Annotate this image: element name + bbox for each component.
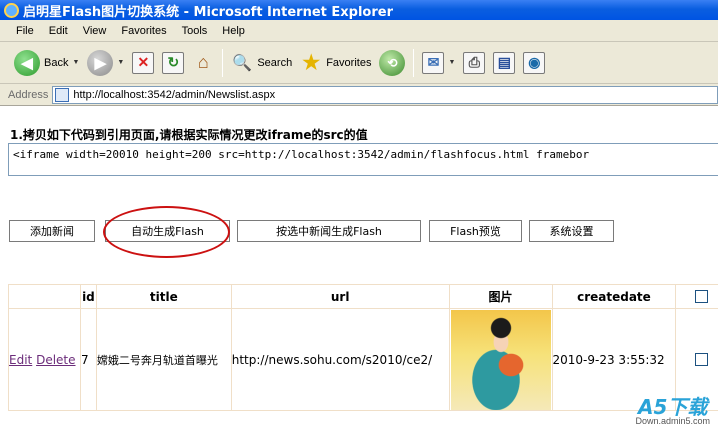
back-label: Back — [44, 56, 69, 69]
watermark: A5下载 Down.admin5.com — [635, 397, 710, 426]
address-bar: Address http://localhost:3542/admin/News… — [0, 84, 718, 106]
window-titlebar: 启明星Flash图片切换系统 - Microsoft Internet Expl… — [0, 0, 718, 20]
column-header-id: id — [79, 284, 97, 309]
column-header-url: url — [230, 284, 450, 309]
menu-bar: File Edit View Favorites Tools Help — [0, 20, 718, 42]
forward-button[interactable]: ▶ ▼ — [87, 49, 124, 76]
edit-page-icon: ▤ — [493, 51, 516, 74]
stop-icon: ✕ — [132, 51, 155, 74]
row-image-cell — [448, 308, 553, 411]
mail-dropdown-icon[interactable]: ▼ — [448, 59, 455, 66]
edit-link[interactable]: Edit — [9, 353, 32, 367]
menu-favorites[interactable]: Favorites — [113, 25, 173, 37]
row-actions: Edit Delete — [8, 308, 81, 411]
window-title: 启明星Flash图片切换系统 - Microsoft Internet Expl… — [23, 4, 393, 20]
print-button[interactable]: ⎙ — [463, 51, 486, 74]
search-icon: 🔍 — [232, 54, 253, 72]
stop-button[interactable]: ✕ — [132, 51, 155, 74]
menu-file[interactable]: File — [0, 25, 41, 37]
forward-dropdown-icon[interactable]: ▼ — [117, 59, 124, 66]
column-header-image: 图片 — [448, 284, 553, 309]
page-icon — [55, 87, 70, 102]
highlight-ring — [103, 206, 230, 258]
table-header-row: id title url 图片 createdate — [8, 284, 718, 309]
favorites-button[interactable]: ★ Favorites — [300, 52, 371, 74]
back-arrow-icon: ◀ — [14, 49, 40, 76]
ie-logo-icon — [4, 2, 19, 18]
star-icon: ★ — [302, 52, 321, 74]
instruction-text: 1.拷贝如下代码到引用页面,请根据实际情况更改iframe的src的值 — [10, 128, 368, 142]
address-label: Address — [8, 88, 49, 101]
mail-button[interactable]: ✉ ▼ — [422, 51, 455, 74]
table-row: Edit Delete 7 嫦娥二号奔月轨道首曝光 http://news.so… — [8, 308, 718, 411]
back-button[interactable]: ◀ Back ▼ — [8, 49, 79, 76]
forward-arrow-icon: ▶ — [87, 49, 114, 76]
refresh-icon: ↻ — [162, 51, 185, 74]
news-thumbnail-image — [450, 309, 551, 410]
add-news-button[interactable]: 添加新闻 — [9, 220, 95, 242]
select-all-checkbox[interactable] — [695, 290, 709, 303]
history-button[interactable]: ⟲ — [379, 49, 406, 76]
search-label: Search — [257, 56, 293, 69]
back-dropdown-icon[interactable]: ▼ — [72, 59, 79, 66]
edit-button[interactable]: ▤ — [493, 51, 516, 74]
row-url: http://news.sohu.com/s2010/ce2/ — [230, 308, 450, 411]
delete-link[interactable]: Delete — [36, 353, 75, 367]
generate-selected-flash-button[interactable]: 按选中新闻生成Flash — [237, 220, 421, 242]
news-table: id title url 图片 createdate Edit Delete 7… — [8, 284, 718, 411]
column-header-select — [675, 284, 718, 309]
flash-preview-button[interactable]: Flash预览 — [429, 220, 522, 242]
row-title: 嫦娥二号奔月轨道首曝光 — [95, 308, 232, 411]
embed-code-textbox[interactable]: <iframe width=20010 height=200 src=http:… — [8, 143, 718, 176]
home-button[interactable]: ⌂ — [192, 52, 214, 74]
browser-toolbar: ◀ Back ▼ ▶ ▼ ✕ ↻ ⌂ 🔍 Search ★ Favorites … — [0, 42, 718, 84]
menu-edit[interactable]: Edit — [41, 25, 75, 37]
favorites-label: Favorites — [326, 56, 372, 69]
watermark-brand: A5下载 — [638, 395, 708, 419]
menu-view[interactable]: View — [75, 25, 114, 37]
address-input[interactable]: http://localhost:3542/admin/Newslist.asp… — [52, 85, 718, 104]
search-button[interactable]: 🔍 Search — [231, 52, 292, 74]
messenger-button[interactable]: ◉ — [523, 51, 546, 74]
menu-help[interactable]: Help — [214, 25, 252, 37]
toolbar-separator — [222, 48, 224, 77]
print-icon: ⎙ — [463, 51, 486, 74]
messenger-icon: ◉ — [523, 51, 546, 74]
history-icon: ⟲ — [379, 49, 406, 76]
toolbar-separator — [413, 48, 415, 77]
column-header-title: title — [95, 284, 232, 309]
page-content: 1.拷贝如下代码到引用页面,请根据实际情况更改iframe的src的值 <ifr… — [0, 107, 718, 428]
menu-tools[interactable]: Tools — [174, 25, 215, 37]
mail-icon: ✉ — [422, 51, 445, 74]
watermark-site: Down.admin5.com — [635, 416, 710, 426]
address-url: http://localhost:3542/admin/Newslist.asp… — [73, 88, 276, 101]
refresh-button[interactable]: ↻ — [162, 51, 185, 74]
column-header-actions — [8, 284, 81, 309]
home-icon: ⌂ — [197, 52, 209, 72]
system-settings-button[interactable]: 系统设置 — [529, 220, 614, 242]
row-select-checkbox[interactable] — [695, 353, 709, 366]
row-id: 7 — [79, 308, 97, 411]
column-header-createdate: createdate — [551, 284, 677, 309]
